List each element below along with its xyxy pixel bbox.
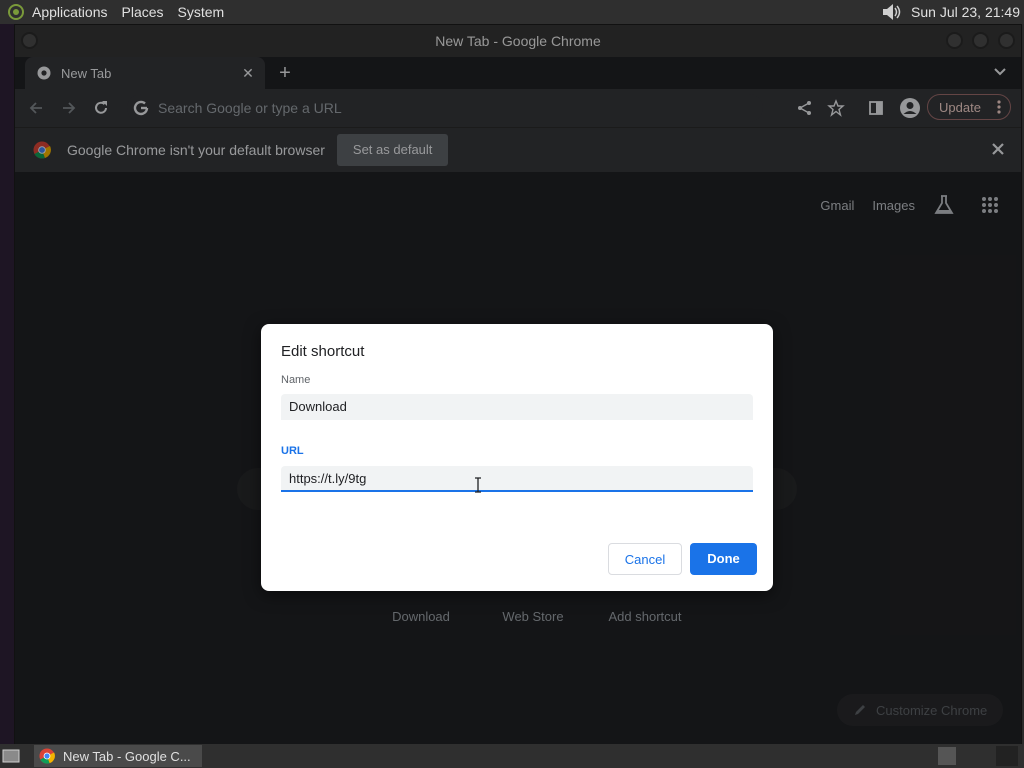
name-input[interactable]: Download [281, 394, 753, 420]
menu-places[interactable]: Places [122, 0, 164, 24]
show-desktop-icon[interactable] [2, 748, 20, 764]
name-label: Name [281, 374, 311, 386]
taskbar-item-chrome[interactable]: New Tab - Google C... [34, 745, 202, 767]
url-label: URL [281, 445, 304, 457]
speaker-icon[interactable] [881, 3, 903, 21]
distro-logo-icon[interactable] [8, 4, 24, 20]
text-cursor-icon [475, 477, 481, 493]
workspace-switcher[interactable] [996, 746, 1018, 766]
tray-chrome-icon[interactable] [938, 747, 956, 765]
done-button[interactable]: Done [690, 543, 757, 575]
url-input[interactable]: https://t.ly/9tg [281, 466, 753, 492]
dialog-title: Edit shortcut [281, 343, 365, 360]
clock[interactable]: Sun Jul 23, 21:49 [911, 4, 1020, 20]
taskbar-item-label: New Tab - Google C... [63, 748, 191, 764]
chrome-taskbar-icon [39, 748, 55, 764]
menu-applications[interactable]: Applications [32, 0, 108, 24]
desktop-edge [0, 24, 14, 744]
top-panel: Applications Places System Sun Jul 23, 2… [0, 0, 1024, 24]
edit-shortcut-dialog: Edit shortcut Name Download URL https://… [261, 324, 773, 591]
bottom-taskbar: New Tab - Google C... [0, 744, 1024, 768]
menu-system[interactable]: System [178, 0, 225, 24]
cancel-button[interactable]: Cancel [608, 543, 682, 575]
